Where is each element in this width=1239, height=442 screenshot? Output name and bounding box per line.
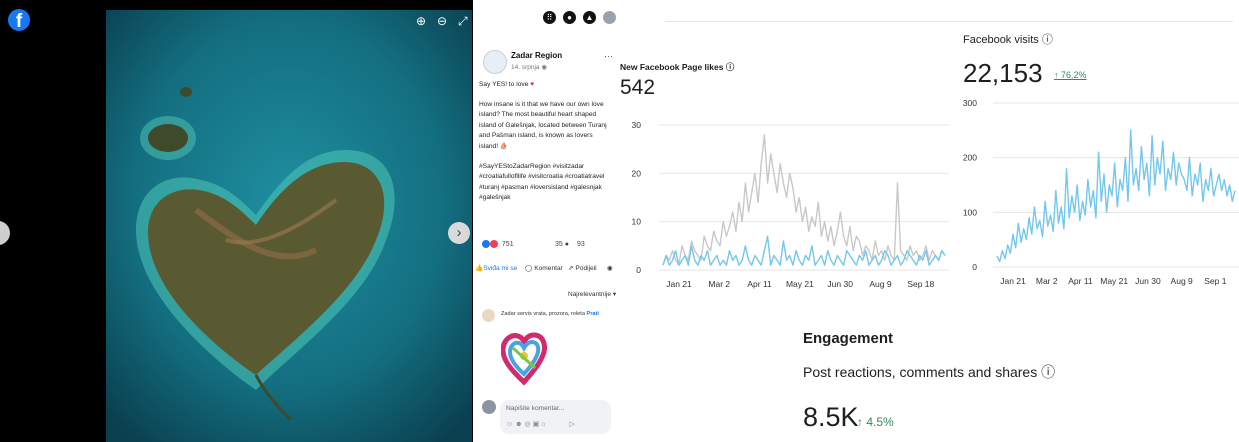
post-date[interactable]: 14. srpnja ◉ bbox=[511, 63, 547, 71]
x-tick-label: Apr 11 bbox=[747, 279, 772, 289]
share-icon: ⇗ bbox=[568, 265, 574, 272]
y-tick-label: 200 bbox=[963, 153, 977, 163]
comment-author[interactable]: Zadar servis vrata, prozora, roleta bbox=[501, 311, 585, 317]
like-reaction-icon bbox=[482, 240, 490, 248]
comment-sort-dropdown[interactable]: Najrelevantnije ▾ bbox=[568, 290, 616, 298]
x-tick-label: Mar 2 bbox=[708, 279, 730, 289]
x-tick-label: Aug 9 bbox=[869, 279, 891, 289]
post-body-text: How insane is it that we have our own lo… bbox=[479, 100, 607, 150]
x-tick-label: Jan 21 bbox=[1000, 276, 1026, 286]
post-text: Say YES! to love ♥ How insane is it that… bbox=[479, 80, 613, 204]
visits-title: Facebook visits ⓘ bbox=[963, 34, 1053, 46]
x-tick-label: Aug 9 bbox=[1171, 276, 1193, 286]
heart-sticker-image bbox=[501, 332, 547, 386]
info-icon[interactable]: ⓘ bbox=[1041, 364, 1055, 380]
more-options-icon[interactable]: ··· bbox=[604, 51, 613, 61]
engagement-subtitle: Post reactions, comments and shares ⓘ bbox=[803, 364, 1056, 380]
zoom-in-icon[interactable]: ⊕ bbox=[416, 14, 426, 28]
x-tick-label: Sep 18 bbox=[907, 279, 934, 289]
follow-link[interactable]: Prati bbox=[587, 311, 599, 317]
reactions-summary[interactable]: 751 bbox=[482, 240, 514, 248]
zoom-out-icon[interactable]: ⊖ bbox=[437, 14, 447, 28]
charts-area: 0 10 20 30 Jan 21 Mar 2 Apr 11 May 21 Jun 30 Aug … bbox=[632, 98, 1239, 289]
camera-icon[interactable]: ◎ bbox=[525, 421, 533, 428]
insights-panel: New Facebook Page likes ⓘ 542 Facebook v… bbox=[617, 0, 1239, 442]
heart-emoji-icon: ♥ bbox=[530, 81, 535, 88]
profile-select-icon[interactable]: ◉ bbox=[607, 264, 613, 272]
comment-button[interactable]: ◯ Komentar bbox=[525, 264, 563, 272]
info-icon[interactable]: ⓘ bbox=[726, 62, 735, 72]
engagement-heading: Engagement bbox=[803, 330, 894, 347]
comment-placeholder: Napišite komentar... bbox=[506, 405, 565, 412]
chevron-down-icon: ▾ bbox=[612, 291, 617, 298]
comment-item: Zadar servis vrata, prozora, roleta Prat… bbox=[501, 311, 599, 317]
x-tick-label: May 21 bbox=[786, 279, 814, 289]
like-icon: 👍 bbox=[475, 265, 484, 272]
post-panel: ⠿ ● ▲ Zadar Region 14. srpnja ◉ ··· Say … bbox=[473, 0, 617, 442]
post-actions: 👍Sviđa mi se ◯ Komentar ⇗ Podijeli ◉ bbox=[473, 264, 617, 276]
island-emoji-icon: ⛵ bbox=[499, 142, 509, 150]
engagement-value: 8.5K bbox=[803, 402, 859, 432]
visits-value: 22,153 bbox=[963, 58, 1043, 88]
x-tick-label: Apr 11 bbox=[1068, 276, 1093, 286]
apps-menu-icon[interactable]: ⠿ bbox=[543, 11, 556, 24]
composer-toolbar: ☺☻◎▣⌂ ▷ bbox=[506, 420, 577, 428]
x-tick-label: May 21 bbox=[1100, 276, 1128, 286]
comments-count[interactable]: 35 bbox=[555, 241, 563, 248]
y-tick-label: 0 bbox=[972, 262, 977, 272]
series-line-1 bbox=[996, 129, 1236, 263]
x-tick-label: Jan 21 bbox=[666, 279, 692, 289]
y-tick-label: 30 bbox=[632, 120, 642, 130]
my-avatar[interactable] bbox=[482, 400, 496, 414]
next-photo-button[interactable]: › bbox=[448, 222, 470, 244]
attach-icon[interactable]: ⌂ bbox=[541, 421, 547, 428]
post-photo bbox=[106, 10, 472, 442]
page-avatar[interactable] bbox=[483, 50, 507, 74]
series-line-1 bbox=[662, 134, 946, 266]
page-name[interactable]: Zadar Region bbox=[511, 51, 562, 60]
y-tick-label: 20 bbox=[632, 168, 642, 178]
sticker-icon[interactable]: ☺ bbox=[506, 421, 515, 428]
post-hashtags[interactable]: #SayYEStoZadarRegion #visitzadar #croati… bbox=[479, 162, 613, 204]
comment-input[interactable]: Napišite komentar... ☺☻◎▣⌂ ▷ bbox=[500, 400, 611, 434]
notifications-bell-icon[interactable]: ▲ bbox=[583, 11, 596, 24]
likes-title: New Facebook Page likes ⓘ bbox=[620, 62, 735, 72]
shares-count[interactable]: 93 bbox=[577, 241, 585, 248]
x-tick-label: Jun 30 bbox=[827, 279, 853, 289]
emoji-icon[interactable]: ☻ bbox=[515, 421, 524, 428]
like-button[interactable]: 👍Sviđa mi se bbox=[475, 264, 517, 272]
globe-icon: ◉ bbox=[541, 64, 548, 71]
account-avatar[interactable] bbox=[603, 11, 616, 24]
messenger-icon[interactable]: ● bbox=[563, 11, 576, 24]
comment-bubble-icon: ● bbox=[564, 241, 569, 248]
engagement-delta: ↑ 4.5% bbox=[857, 415, 894, 429]
y-tick-label: 0 bbox=[636, 265, 641, 275]
x-tick-label: Sep 1 bbox=[1204, 276, 1226, 286]
comments-shares-counts[interactable]: 35 ● 93 bbox=[555, 241, 585, 248]
visits-delta[interactable]: ↑ 76.2% bbox=[1054, 70, 1087, 80]
section-divider bbox=[665, 21, 1233, 22]
send-icon[interactable]: ▷ bbox=[569, 421, 576, 428]
facebook-logo-icon[interactable]: f bbox=[8, 9, 30, 32]
info-icon[interactable]: ⓘ bbox=[1042, 34, 1053, 46]
reactions-count: 751 bbox=[501, 240, 514, 248]
y-tick-label: 10 bbox=[632, 217, 642, 227]
comment-icon: ◯ bbox=[525, 265, 533, 272]
post-line: Say YES! to love bbox=[479, 81, 529, 88]
gif-icon[interactable]: ▣ bbox=[533, 421, 542, 428]
love-reaction-icon bbox=[489, 240, 498, 248]
x-tick-label: Mar 2 bbox=[1036, 276, 1058, 286]
y-tick-label: 100 bbox=[963, 207, 977, 217]
commenter-avatar[interactable] bbox=[482, 309, 495, 322]
y-tick-label: 300 bbox=[963, 98, 977, 108]
fullscreen-icon[interactable]: ⤢ bbox=[458, 14, 468, 29]
previous-photo-button[interactable] bbox=[0, 221, 10, 245]
x-tick-label: Jun 30 bbox=[1135, 276, 1161, 286]
photo-viewer: f ⊕ ⊖ ⤢ › bbox=[0, 0, 473, 442]
share-button[interactable]: ⇗ Podijeli bbox=[568, 264, 597, 272]
